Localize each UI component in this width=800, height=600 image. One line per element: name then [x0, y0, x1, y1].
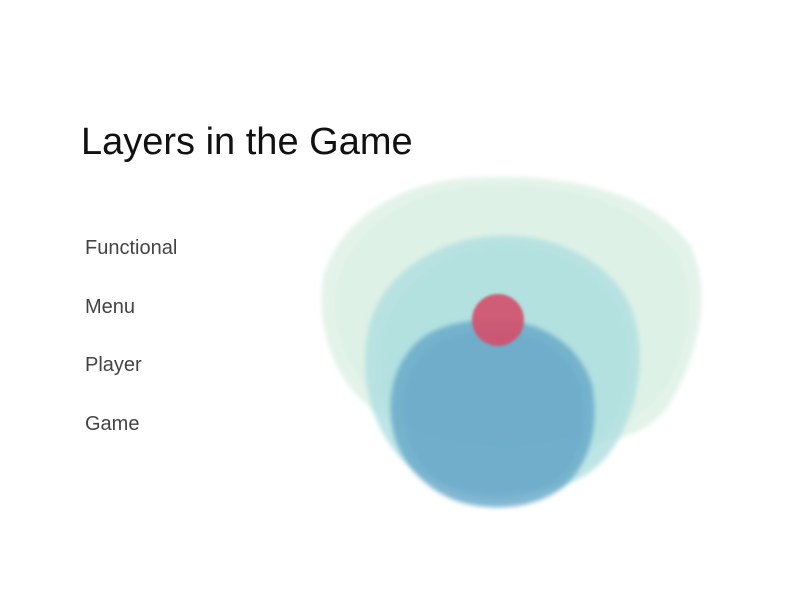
layer-blob-player [390, 319, 595, 508]
slide: Layers in the Game Functional Menu Playe… [0, 0, 800, 600]
layer-blob-game [472, 294, 524, 346]
layer-diagram [321, 176, 702, 508]
